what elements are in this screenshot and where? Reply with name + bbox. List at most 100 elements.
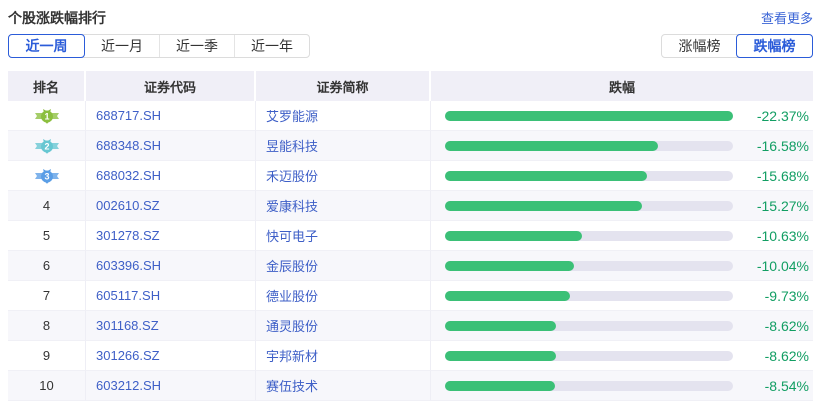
- change-percent-value: -8.62%: [733, 318, 809, 334]
- rank-number: 6: [43, 258, 50, 273]
- change-bar-fill: [445, 321, 556, 331]
- stock-name-link[interactable]: 通灵股份: [256, 311, 431, 341]
- change-cell: -15.68%: [431, 161, 813, 191]
- change-bar-track: [445, 141, 733, 151]
- change-percent-value: -8.62%: [733, 348, 809, 364]
- change-bar-fill: [445, 201, 642, 211]
- stock-name-link[interactable]: 宇邦新材: [256, 341, 431, 371]
- stock-name-link[interactable]: 禾迈股份: [256, 161, 431, 191]
- stock-name-link[interactable]: 金辰股份: [256, 251, 431, 281]
- rank-cell: 3: [8, 161, 86, 191]
- change-bar-fill: [445, 261, 574, 271]
- table-row: 5301278.SZ快可电子 -10.63%: [8, 221, 813, 251]
- change-percent-value: -22.37%: [733, 108, 809, 124]
- stock-name-link[interactable]: 昱能科技: [256, 131, 431, 161]
- table-row: 10 603212.SH赛伍技术-8.54%: [8, 371, 813, 401]
- change-bar-fill: [445, 381, 555, 391]
- change-bar-fill: [445, 141, 658, 151]
- table-header-row: 排名证券代码证券简称跌幅: [8, 71, 813, 101]
- table-row: 6 603396.SH金辰股份 -10.04%: [8, 251, 813, 281]
- change-cell: -8.62%: [431, 341, 813, 371]
- rank-medal-icon: 2: [35, 137, 59, 154]
- stock-code-link[interactable]: 603396.SH: [86, 251, 256, 281]
- table-row: 7 605117.SH德业股份 -9.73%: [8, 281, 813, 311]
- stock-name-link[interactable]: 爱康科技: [256, 191, 431, 221]
- stock-name-link[interactable]: 快可电子: [256, 221, 431, 251]
- rank-cell: 7: [8, 281, 86, 311]
- period-tab-0[interactable]: 近一周: [8, 34, 85, 58]
- change-bar-fill: [445, 291, 570, 301]
- change-bar-track: [445, 351, 733, 361]
- svg-text:1: 1: [44, 112, 49, 122]
- rank-cell: 9: [8, 341, 86, 371]
- rank-cell: 5: [8, 221, 86, 251]
- stock-code-link[interactable]: 301278.SZ: [86, 221, 256, 251]
- rank-number: 7: [43, 288, 50, 303]
- column-header-2: 证券简称: [256, 71, 431, 101]
- stock-code-link[interactable]: 603212.SH: [86, 371, 256, 401]
- change-cell: -15.27%: [431, 191, 813, 221]
- board-toggle-1[interactable]: 跌幅榜: [736, 34, 813, 58]
- table-row: 9 301266.SZ宇邦新材 -8.62%: [8, 341, 813, 371]
- table-row: 8 301168.SZ通灵股份 -8.62%: [8, 311, 813, 341]
- stock-code-link[interactable]: 301266.SZ: [86, 341, 256, 371]
- stock-code-link[interactable]: 301168.SZ: [86, 311, 256, 341]
- stock-name-link[interactable]: 艾罗能源: [256, 101, 431, 131]
- table-row: 1 688717.SH艾罗能源 -22.37%: [8, 101, 813, 131]
- change-percent-value: -16.58%: [733, 138, 809, 154]
- rank-cell: 4: [8, 191, 86, 221]
- period-tab-2[interactable]: 近一季: [159, 35, 234, 57]
- column-header-0: 排名: [8, 71, 86, 101]
- change-bar-fill: [445, 171, 647, 181]
- change-percent-value: -10.63%: [733, 228, 809, 244]
- stock-code-link[interactable]: 688717.SH: [86, 101, 256, 131]
- stock-code-link[interactable]: 688032.SH: [86, 161, 256, 191]
- change-bar-track: [445, 321, 733, 331]
- stock-name-link[interactable]: 赛伍技术: [256, 371, 431, 401]
- stock-ranking-widget: 个股涨跌幅排行 查看更多 近一周近一月近一季近一年 涨幅榜跌幅榜 排名证券代码证…: [0, 0, 821, 401]
- change-bar-track: [445, 111, 733, 121]
- svg-text:2: 2: [44, 142, 49, 152]
- period-tab-1[interactable]: 近一月: [84, 35, 159, 57]
- table-row: 4002610.SZ爱康科技 -15.27%: [8, 191, 813, 221]
- page-title: 个股涨跌幅排行: [8, 8, 106, 28]
- change-cell: -8.54%: [431, 371, 813, 401]
- change-bar-fill: [445, 231, 582, 241]
- stock-code-link[interactable]: 605117.SH: [86, 281, 256, 311]
- change-cell: -22.37%: [431, 101, 813, 131]
- change-bar-fill: [445, 351, 556, 361]
- board-toggle-group: 涨幅榜跌幅榜: [661, 34, 813, 58]
- rank-cell: 2: [8, 131, 86, 161]
- change-cell: -16.58%: [431, 131, 813, 161]
- change-cell: -10.63%: [431, 221, 813, 251]
- change-bar-track: [445, 171, 733, 181]
- column-header-3: 跌幅: [431, 71, 813, 101]
- view-more-link[interactable]: 查看更多: [761, 8, 813, 27]
- change-bar-track: [445, 231, 733, 241]
- change-percent-value: -10.04%: [733, 258, 809, 274]
- stock-code-link[interactable]: 002610.SZ: [86, 191, 256, 221]
- svg-text:3: 3: [44, 172, 49, 182]
- table-body: 1 688717.SH艾罗能源 -22.37% 2 688348.SH昱能科技 -16.5…: [8, 101, 813, 401]
- rank-medal-icon: 1: [35, 107, 59, 124]
- stock-code-link[interactable]: 688348.SH: [86, 131, 256, 161]
- rank-number: 8: [43, 318, 50, 333]
- change-cell: -10.04%: [431, 251, 813, 281]
- column-header-1: 证券代码: [86, 71, 256, 101]
- stock-name-link[interactable]: 德业股份: [256, 281, 431, 311]
- rank-medal-icon: 3: [35, 167, 59, 184]
- change-bar-track: [445, 291, 733, 301]
- rank-number: 9: [43, 348, 50, 363]
- board-toggle-0[interactable]: 涨幅榜: [662, 35, 737, 57]
- rank-number: 10: [39, 378, 53, 393]
- rank-cell: 6: [8, 251, 86, 281]
- change-percent-value: -15.68%: [733, 168, 809, 184]
- change-bar-fill: [445, 111, 733, 121]
- change-percent-value: -15.27%: [733, 198, 809, 214]
- change-bar-track: [445, 261, 733, 271]
- change-percent-value: -9.73%: [733, 288, 809, 304]
- period-tab-3[interactable]: 近一年: [234, 35, 309, 57]
- change-bar-track: [445, 381, 733, 391]
- table-row: 2 688348.SH昱能科技 -16.58%: [8, 131, 813, 161]
- control-bar: 近一周近一月近一季近一年 涨幅榜跌幅榜: [8, 34, 813, 58]
